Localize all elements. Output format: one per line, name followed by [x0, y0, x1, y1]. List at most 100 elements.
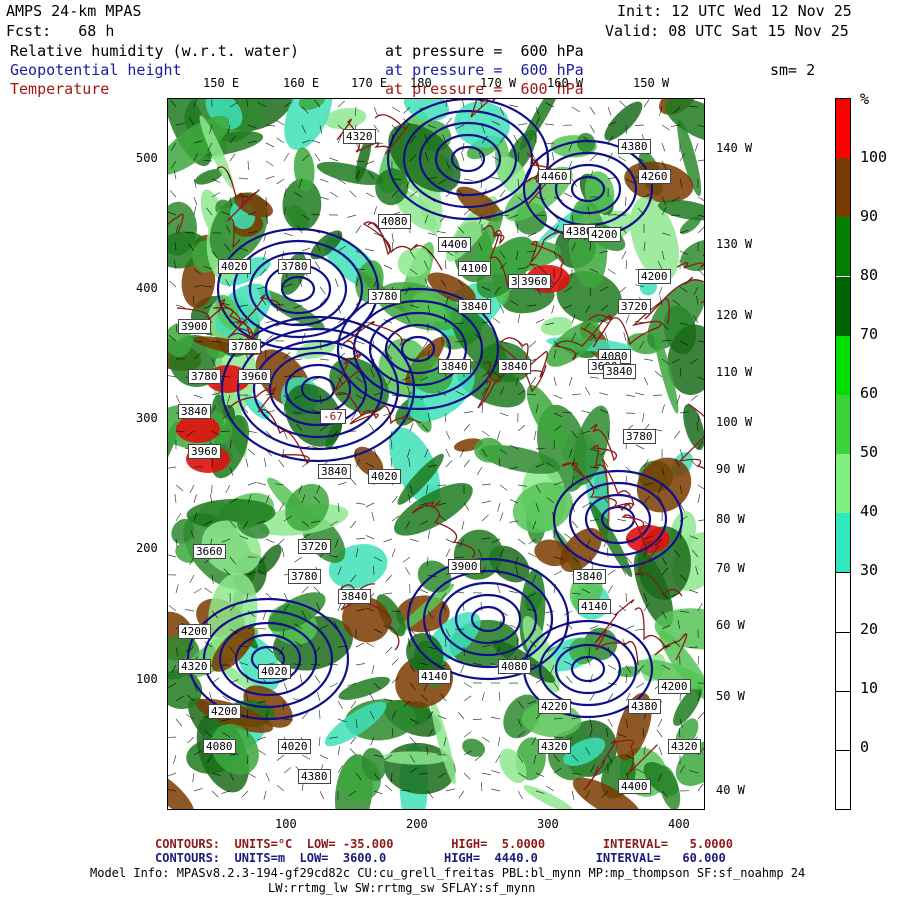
- height-contour-label: 3840: [438, 359, 471, 374]
- colorbar-label: 100: [860, 148, 888, 166]
- height-contour-label: 3840: [338, 589, 371, 604]
- height-contour-label: 3720: [618, 299, 651, 314]
- right-lon-label: 80 W: [716, 512, 745, 526]
- model-info-line2: LW:rrtmg_lw SW:rrtmg_sw SFLAY:sf_mynn: [268, 881, 536, 895]
- colorbar-label: 10: [860, 679, 879, 697]
- top-lon-label: 170 E: [351, 76, 388, 90]
- right-lon-label: 60 W: [716, 618, 745, 632]
- colorbar-label: 20: [860, 620, 879, 638]
- height-contour-label: 3840: [318, 464, 351, 479]
- height-contour-label: 4080: [378, 214, 411, 229]
- colorbar-label: 0: [860, 738, 870, 756]
- right-lon-label: 70 W: [716, 561, 745, 575]
- height-contour-info: CONTOURS: UNITS=m LOW= 3600.0 HIGH= 4440…: [155, 851, 726, 865]
- height-contour-label: 3780: [228, 339, 261, 354]
- colorbar-segment: [836, 335, 850, 395]
- height-contour-label: 4020: [218, 259, 251, 274]
- colorbar-segment: [836, 513, 850, 573]
- height-contour-label: 3840: [178, 404, 211, 419]
- right-lon-label: 50 W: [716, 689, 745, 703]
- height-contour-label: 4320: [178, 659, 211, 674]
- model-title: AMPS 24-km MPAS: [6, 2, 142, 20]
- colorbar-label: 70: [860, 325, 879, 343]
- height-contour-label: 3960: [518, 274, 551, 289]
- height-contour-label: 4200: [658, 679, 691, 694]
- y-tick-label: 500: [136, 151, 158, 165]
- colorbar-segment: [836, 749, 850, 809]
- height-contour-label: 3840: [458, 299, 491, 314]
- height-contour-label: 4020: [368, 469, 401, 484]
- top-lon-label: 170 W: [480, 76, 517, 90]
- colorbar-label: 60: [860, 384, 879, 402]
- temp-contour-info: CONTOURS: UNITS=°C LOW= -35.000 HIGH= 5.…: [155, 837, 733, 851]
- field-rh-level: at pressure = 600 hPa: [385, 42, 584, 60]
- valid-time: Valid: 08 UTC Sat 15 Nov 25: [605, 22, 849, 40]
- height-contour-label: 4260: [638, 169, 671, 184]
- height-contour-label: 4460: [538, 169, 571, 184]
- height-contour-label: 4200: [178, 624, 211, 639]
- height-contour-label: 4140: [578, 599, 611, 614]
- colorbar-segment: [836, 454, 850, 514]
- smoothing-label: sm= 2: [770, 61, 816, 79]
- height-contour-label: 3840: [498, 359, 531, 374]
- height-contour-label: 4080: [498, 659, 531, 674]
- colorbar-label: 80: [860, 266, 879, 284]
- y-tick-label: 300: [136, 411, 158, 425]
- right-lon-label: 120 W: [716, 308, 753, 322]
- right-lon-label: 100 W: [716, 415, 753, 429]
- height-contour-label: 4080: [203, 739, 236, 754]
- colorbar-label: 30: [860, 561, 879, 579]
- right-lon-label: 130 W: [716, 237, 753, 251]
- x-tick-label: 300: [537, 817, 559, 831]
- init-time: Init: 12 UTC Wed 12 Nov 25: [617, 2, 852, 20]
- colorbar-label: 50: [860, 443, 879, 461]
- x-tick-label: 400: [668, 817, 690, 831]
- field-temp-name: Temperature: [10, 80, 110, 98]
- height-contour-label: 4320: [538, 739, 571, 754]
- height-contour-label: 3660: [193, 544, 226, 559]
- height-contour-label: 4400: [618, 779, 651, 794]
- height-contour-label: 3900: [178, 319, 211, 334]
- colorbar-label: 40: [860, 502, 879, 520]
- colorbar-segment: [836, 276, 850, 336]
- colorbar-segment: [836, 158, 850, 218]
- colorbar-segment: [836, 394, 850, 454]
- right-lon-label: 40 W: [716, 783, 745, 797]
- height-contour-label: 4100: [458, 261, 491, 276]
- height-contour-label: 4320: [343, 129, 376, 144]
- rh-colorbar: [835, 98, 851, 810]
- top-lon-label: 150 W: [633, 76, 670, 90]
- height-contour-label: 3780: [278, 259, 311, 274]
- map-panel: 4320 4380 4260 4460 4080 4380 4400 4200 4020 3780…: [167, 98, 705, 810]
- right-lon-label: 110 W: [716, 365, 753, 379]
- y-tick-label: 400: [136, 281, 158, 295]
- height-contour-label: 4380: [298, 769, 331, 784]
- y-tick-label: 100: [136, 672, 158, 686]
- height-contour-label: 3840: [573, 569, 606, 584]
- height-contour-label: 4320: [668, 739, 701, 754]
- height-contour-label: 3720: [298, 539, 331, 554]
- height-contour-label: 4200: [208, 704, 241, 719]
- x-tick-label: 200: [406, 817, 428, 831]
- forecast-hour: Fcst: 68 h: [6, 22, 115, 40]
- right-lon-label: 140 W: [716, 141, 753, 155]
- colorbar-unit: %: [860, 90, 870, 108]
- height-contour-label: 4380: [618, 139, 651, 154]
- colorbar-segment: [836, 572, 850, 632]
- field-hgt-name: Geopotential height: [10, 61, 182, 79]
- height-contour-label: 4400: [438, 237, 471, 252]
- height-contour-label: 4020: [258, 664, 291, 679]
- height-contour-label: 3900: [448, 559, 481, 574]
- top-lon-label: 180: [410, 76, 432, 90]
- top-lon-label: 160 W: [547, 76, 584, 90]
- map-field: [168, 99, 704, 809]
- colorbar-segment: [836, 631, 850, 691]
- top-lon-label: 160 E: [283, 76, 320, 90]
- colorbar-segment: [836, 99, 850, 159]
- height-contour-label: 4200: [638, 269, 671, 284]
- height-contour-label: 4200: [588, 227, 621, 242]
- height-contour-label: 4380: [628, 699, 661, 714]
- height-contour-label: 4140: [418, 669, 451, 684]
- height-contour-label: 3960: [188, 444, 221, 459]
- height-contour-label: 3780: [623, 429, 656, 444]
